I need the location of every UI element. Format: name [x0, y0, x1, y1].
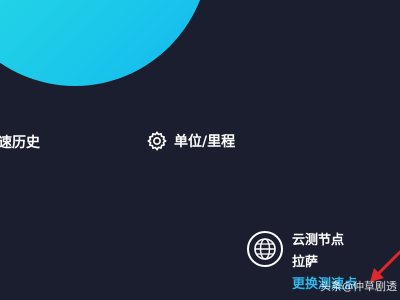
unit-mileage-label: 单位/里程 — [174, 134, 236, 150]
history-label: 速历史 — [0, 135, 40, 151]
gear-icon — [147, 131, 167, 151]
speed-test-screen: 速历史 单位/里程 云测节点 拉萨 更换测速点 头条@仲草剧透 — [0, 0, 400, 300]
history-button[interactable]: 速历史 — [0, 132, 40, 152]
globe-icon[interactable] — [246, 230, 284, 268]
node-location: 拉萨 — [292, 255, 319, 270]
arrow-icon — [370, 250, 400, 282]
start-speed-test-dial[interactable] — [0, 0, 210, 86]
unit-mileage-button[interactable]: 单位/里程 — [146, 130, 235, 152]
node-title: 云测节点 — [292, 233, 345, 248]
